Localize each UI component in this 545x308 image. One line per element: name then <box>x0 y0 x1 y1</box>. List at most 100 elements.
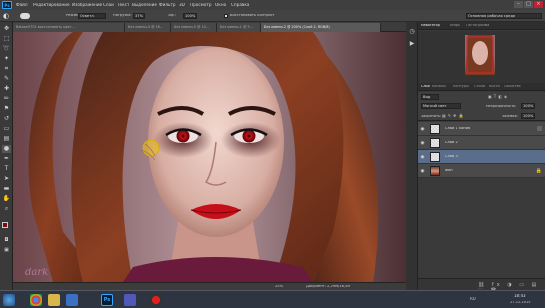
tab-document-2[interactable]: Без имени-4 @ 18... <box>125 23 171 32</box>
menu-edit[interactable]: Редактирование <box>33 3 70 7</box>
layer-name: Слой 2 <box>445 141 458 144</box>
type-tool-icon[interactable]: T <box>2 165 11 173</box>
panel-icons-column: ◷ ▶ <box>406 22 418 290</box>
pen-tool-icon[interactable]: ✒ <box>2 155 11 163</box>
tab-document-active[interactable]: Без имени-2 @ 200% (Слой 2, RGB/8) <box>261 23 381 32</box>
actions-panel-icon[interactable]: ▶ <box>408 40 416 48</box>
explorer-icon[interactable] <box>48 294 60 306</box>
media-player-icon[interactable] <box>66 294 78 306</box>
tab-styles[interactable]: Стили <box>474 85 485 88</box>
navigator-thumbnail[interactable] <box>465 35 495 75</box>
dodge-tool-active-icon[interactable]: ● <box>2 145 11 153</box>
close-icon[interactable]: × <box>534 1 543 8</box>
protect-tones-label: Восстановить контраст <box>230 14 275 17</box>
tab-document-3[interactable]: Без имени-5 @ 10... <box>171 23 217 32</box>
canvas-area[interactable]: dark <box>13 32 406 282</box>
minimize-icon[interactable]: – <box>514 1 523 8</box>
lock-icons[interactable]: ▦✎✥🔒 <box>442 113 472 118</box>
stamp-tool-icon[interactable]: ⚑ <box>2 105 11 113</box>
eraser-tool-icon[interactable]: ▭ <box>2 125 11 133</box>
layer-thumbnail <box>430 166 440 176</box>
media-icon[interactable] <box>124 294 136 306</box>
menu-filter[interactable]: Фильтр <box>159 3 176 7</box>
layer-action-icons[interactable]: ⛓ fx ◑ ▭ ▤ ⬚ 🗑 <box>478 282 542 294</box>
tab-navigator[interactable]: Навигатор <box>421 24 440 27</box>
layer-row[interactable]: ◉ Слой 2 <box>418 136 545 150</box>
chrome-icon[interactable] <box>30 294 42 306</box>
menu-3d[interactable]: 3D <box>179 3 185 7</box>
tab-histogram[interactable]: Гистограмма <box>466 24 489 27</box>
move-tool-icon[interactable]: ✥ <box>2 25 11 33</box>
exposure-field[interactable]: 37% <box>133 13 145 19</box>
layers-footer: ⛓ fx ◑ ▭ ▤ ⬚ 🗑 <box>418 278 545 294</box>
eye-icon[interactable]: ◉ <box>420 155 425 160</box>
shape-tool-icon[interactable]: ▬ <box>2 185 11 193</box>
blend-mode-select[interactable]: Мягкий свет <box>421 103 461 109</box>
tab-layers[interactable]: Слои <box>421 85 430 88</box>
menu-image[interactable]: Изображение <box>72 3 102 7</box>
crop-tool-icon[interactable]: ⌗ <box>2 65 11 73</box>
tab-info[interactable]: Инфо <box>450 24 460 27</box>
layer-effects-icon[interactable] <box>537 126 542 131</box>
healing-tool-icon[interactable]: ✚ <box>2 85 11 93</box>
zoom-tool-icon[interactable]: ⌕ <box>2 205 11 213</box>
gradient-tool-icon[interactable]: ▤ <box>2 135 11 143</box>
protect-tones-checkbox[interactable] <box>224 13 228 18</box>
workspace-select[interactable]: Основная рабочая среда <box>466 13 542 19</box>
start-icon[interactable] <box>3 294 15 306</box>
strength-field[interactable]: 100% <box>183 13 197 19</box>
layer-filter-icons[interactable]: ▣T◧◈ <box>488 94 528 99</box>
lasso-tool-icon[interactable]: ➰ <box>2 45 11 53</box>
layer-row[interactable]: ◉ Слой 1 копия <box>418 122 545 136</box>
layer-row-selected[interactable]: ◉ Слой 3 <box>418 150 545 164</box>
portrait-photo <box>13 32 406 282</box>
mode-select[interactable]: Осветл. <box>78 13 106 19</box>
layer-row[interactable]: ◉ Фон 🔒 <box>418 164 545 178</box>
foreground-color-swatch[interactable] <box>2 222 8 228</box>
tab-channels[interactable]: Каналы <box>432 85 446 88</box>
opacity-label: Непрозрачность: <box>486 104 517 108</box>
zoom-level[interactable]: 25% <box>275 285 283 289</box>
dodge-tool-icon[interactable]: ◐ <box>3 12 11 20</box>
menu-type[interactable]: Текст <box>117 3 129 7</box>
tab-document-1[interactable]: Bataan9701 восстановить цвет... <box>13 23 125 32</box>
blend-row: Мягкий свет Непрозрачность: 100% <box>418 101 545 111</box>
menu-layers[interactable]: Слои <box>103 3 114 7</box>
lock-icon: 🔒 <box>535 168 542 174</box>
clock-date[interactable]: 27.12.2015 <box>510 301 531 305</box>
tab-paths[interactable]: Контуры <box>453 85 469 88</box>
history-panel-icon[interactable]: ◷ <box>408 28 416 36</box>
fill-field[interactable]: 100% <box>521 113 535 119</box>
history-brush-tool-icon[interactable]: ↺ <box>2 115 11 123</box>
menu-file[interactable]: Файл <box>16 3 28 7</box>
menu-window[interactable]: Окно <box>215 3 226 7</box>
brush-tool-icon[interactable]: ✏ <box>2 95 11 103</box>
eyedropper-tool-icon[interactable]: ✎ <box>2 75 11 83</box>
magic-wand-tool-icon[interactable]: ✦ <box>2 55 11 63</box>
menu-select[interactable]: Выделение <box>132 3 157 7</box>
eye-icon[interactable]: ◉ <box>420 169 425 174</box>
clock-time[interactable]: 18:43 <box>514 294 526 298</box>
tab-properties[interactable]: Свойства <box>504 85 521 88</box>
tab-document-4[interactable]: Без имени-1 @ 5... <box>217 23 261 32</box>
eye-icon[interactable]: ◉ <box>420 127 425 132</box>
marquee-tool-icon[interactable]: ⬚ <box>2 35 11 43</box>
photoshop-logo: Ps <box>2 1 12 9</box>
maximize-icon[interactable]: □ <box>524 1 533 8</box>
record-icon[interactable] <box>150 294 162 306</box>
quick-mask-icon[interactable]: ◘ <box>2 236 11 244</box>
layer-name: Слой 1 копия <box>445 127 471 130</box>
path-select-tool-icon[interactable]: ➤ <box>2 175 11 183</box>
eye-icon[interactable]: ◉ <box>420 141 425 146</box>
hand-tool-icon[interactable]: ✋ <box>2 195 11 203</box>
tab-brushes[interactable]: Кисти <box>489 85 500 88</box>
photoshop-taskbar-icon[interactable]: Ps <box>101 294 113 306</box>
brush-preset-icon[interactable] <box>20 13 30 19</box>
menu-view[interactable]: Просмотр <box>190 3 212 7</box>
layer-kind-select[interactable]: Вид <box>421 93 439 100</box>
fill-label: Заливка: <box>502 114 518 118</box>
language-indicator[interactable]: RU <box>470 297 476 301</box>
opacity-field[interactable]: 100% <box>521 103 535 109</box>
screen-mode-icon[interactable]: ▣ <box>2 246 11 254</box>
menu-help[interactable]: Справка <box>231 3 249 7</box>
